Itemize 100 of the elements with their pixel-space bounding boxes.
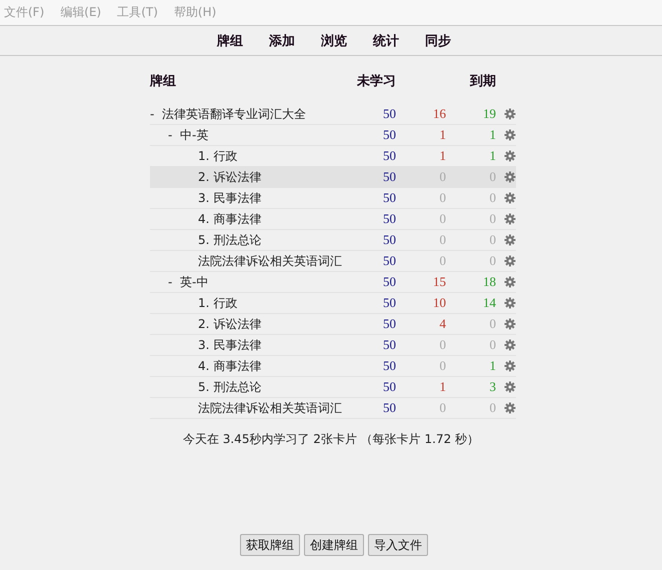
toolbar-link[interactable]: 统计 (373, 32, 399, 50)
gear-icon[interactable] (504, 213, 516, 225)
learning-count: 15 (432, 274, 446, 290)
new-count: 50 (382, 337, 396, 353)
new-count: 50 (382, 232, 396, 248)
gear-icon[interactable] (504, 276, 516, 288)
learning-count: 0 (438, 400, 446, 416)
deck-row[interactable]: 法院法律诉讼相关英语词汇 50 0 0 (150, 251, 516, 272)
due-count: 0 (488, 232, 496, 248)
deck-row[interactable]: 3. 民事法律 50 0 0 (150, 188, 516, 209)
column-header: 到期 (468, 73, 496, 90)
deck-name[interactable]: 2. 诉讼法律 (198, 168, 262, 186)
new-count: 50 (382, 169, 396, 185)
deck-name[interactable]: 4. 商事法律 (198, 358, 262, 374)
due-count: 0 (488, 400, 496, 416)
toolbar-link[interactable]: 添加 (269, 32, 295, 50)
gear-icon[interactable] (504, 297, 516, 309)
due-count: 1 (488, 148, 496, 164)
learning-count: 0 (438, 169, 446, 185)
learning-count: 0 (438, 211, 446, 227)
deck-row[interactable]: 4. 商事法律 50 0 1 (150, 356, 516, 377)
toolbar-link[interactable]: 牌组 (217, 32, 243, 50)
collapse-toggle[interactable]: - (168, 128, 180, 142)
deck-row[interactable]: 4. 商事法律 50 0 0 (150, 209, 516, 230)
column-header: 牌组 (150, 73, 177, 90)
learning-count: 0 (438, 253, 446, 269)
new-count: 50 (382, 274, 396, 290)
new-count: 50 (382, 295, 396, 311)
learning-count: 10 (432, 295, 446, 311)
deck-name[interactable]: 1. 行政 (198, 148, 238, 164)
gear-icon[interactable] (504, 234, 516, 246)
learning-count: 16 (432, 106, 446, 122)
action-button[interactable]: 创建牌组 (304, 534, 364, 556)
gear-icon[interactable] (504, 381, 516, 393)
deck-row[interactable]: 5. 刑法总论 50 0 0 (150, 230, 516, 251)
gear-icon[interactable] (504, 129, 516, 141)
deck-row[interactable]: - 法律英语翻译专业词汇大全 50 16 19 (150, 104, 516, 125)
toolbar-link[interactable]: 同步 (425, 32, 451, 50)
deck-name[interactable]: 4. 商事法律 (198, 210, 262, 228)
deck-name[interactable]: 1. 行政 (198, 294, 238, 312)
due-count: 19 (482, 106, 496, 122)
deck-name[interactable]: 5. 刑法总论 (198, 232, 262, 248)
toolbar-link[interactable]: 浏览 (321, 32, 347, 50)
gear-icon[interactable] (504, 150, 516, 162)
study-summary: 今天在 3.45秒内学习了 2张卡片 （每张卡片 1.72 秒） (182, 431, 480, 448)
action-button[interactable]: 获取牌组 (240, 534, 300, 556)
gear-icon[interactable] (504, 255, 516, 267)
due-count: 0 (488, 211, 496, 227)
learning-count: 0 (438, 232, 446, 248)
due-count: 14 (482, 295, 496, 311)
deck-name[interactable]: 英-中 (180, 274, 208, 290)
deck-row[interactable]: - 英-中 50 15 18 (150, 272, 516, 293)
learning-count: 1 (438, 127, 446, 143)
gear-icon[interactable] (504, 339, 516, 351)
gear-icon[interactable] (504, 318, 516, 330)
new-count: 50 (382, 316, 396, 332)
new-count: 50 (382, 190, 396, 206)
learning-count: 4 (438, 316, 446, 332)
gear-icon[interactable] (504, 402, 516, 414)
learning-count: 1 (438, 148, 446, 164)
gear-icon[interactable] (504, 108, 516, 120)
learning-count: 0 (438, 337, 446, 353)
due-count: 1 (488, 127, 496, 143)
deck-name[interactable]: 中-英 (180, 126, 208, 144)
deck-row[interactable]: 2. 诉讼法律 50 4 0 (150, 314, 516, 335)
deck-row[interactable]: 5. 刑法总论 50 1 3 (150, 377, 516, 398)
deck-name[interactable]: 法律英语翻译专业词汇大全 (162, 106, 306, 122)
new-count: 50 (382, 106, 396, 122)
deck-row[interactable]: 3. 民事法律 50 0 0 (150, 335, 516, 356)
new-count: 50 (382, 127, 396, 143)
learning-count: 0 (438, 358, 446, 374)
action-button[interactable]: 导入文件 (368, 534, 428, 556)
due-count: 0 (488, 169, 496, 185)
gear-icon[interactable] (504, 360, 516, 372)
due-count: 0 (488, 316, 496, 332)
new-count: 50 (382, 358, 396, 374)
learning-count: 0 (438, 190, 446, 206)
deck-row[interactable]: 2. 诉讼法律 50 0 0 (150, 167, 516, 188)
gear-icon[interactable] (504, 171, 516, 183)
new-count: 50 (382, 379, 396, 395)
deck-row[interactable]: - 中-英 50 1 1 (150, 125, 516, 146)
new-count: 50 (382, 400, 396, 416)
deck-name[interactable]: 法院法律诉讼相关英语词汇 (198, 400, 342, 416)
deck-row[interactable]: 1. 行政 50 10 14 (150, 293, 516, 314)
deck-name[interactable]: 3. 民事法律 (198, 190, 262, 206)
deck-row[interactable]: 法院法律诉讼相关英语词汇 50 0 0 (150, 398, 516, 419)
new-count: 50 (382, 148, 396, 164)
collapse-toggle[interactable]: - (150, 107, 162, 121)
deck-name[interactable]: 2. 诉讼法律 (198, 316, 262, 332)
due-count: 18 (482, 274, 496, 290)
column-header: 未学习 (356, 73, 396, 90)
gear-icon[interactable] (504, 192, 516, 204)
due-count: 3 (488, 379, 496, 395)
new-count: 50 (382, 253, 396, 269)
due-count: 1 (488, 358, 496, 374)
collapse-toggle[interactable]: - (168, 275, 180, 289)
deck-name[interactable]: 法院法律诉讼相关英语词汇 (198, 252, 342, 270)
due-count: 0 (488, 253, 496, 269)
deck-name[interactable]: 3. 民事法律 (198, 336, 262, 354)
deck-name[interactable]: 5. 刑法总论 (198, 378, 262, 396)
